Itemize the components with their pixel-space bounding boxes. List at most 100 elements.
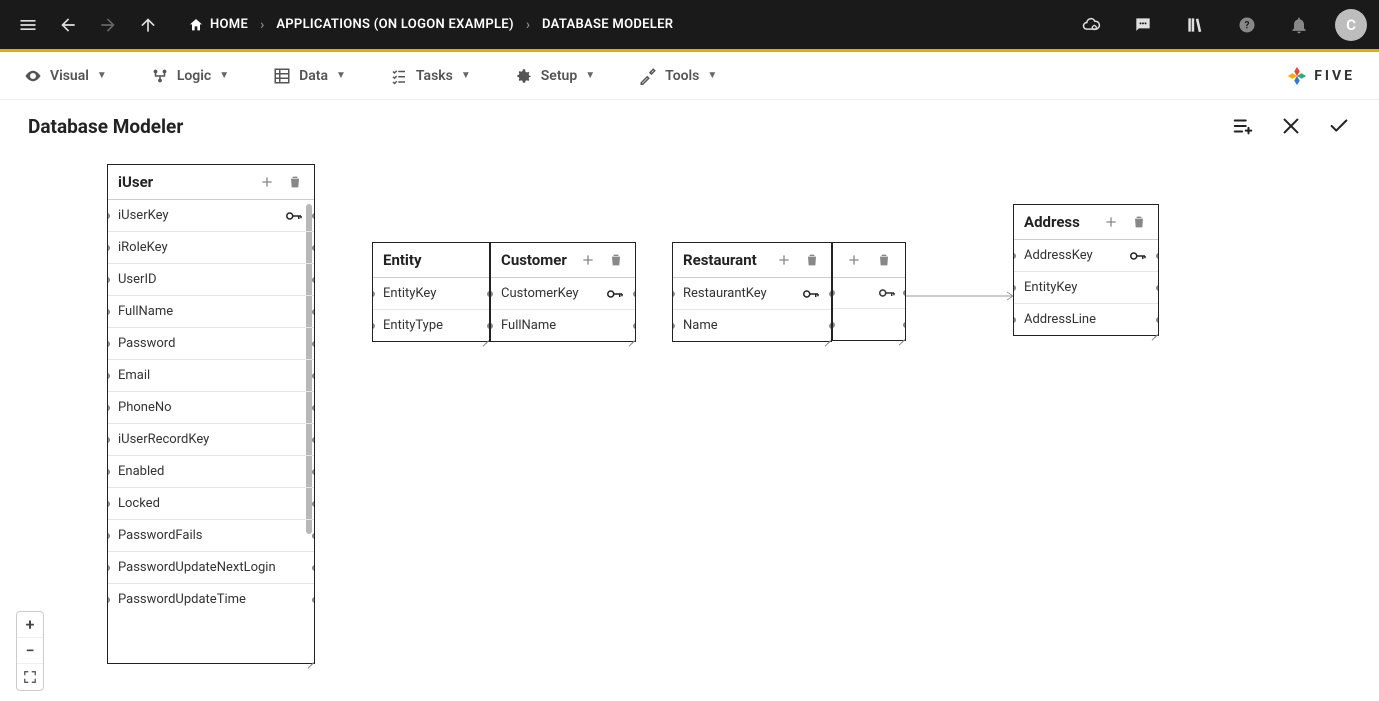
breadcrumb-home[interactable]: HOME <box>188 17 248 33</box>
table-row[interactable]: iUserRecordKey <box>108 424 314 456</box>
table-row[interactable] <box>833 278 905 309</box>
table-row[interactable]: AddressLine <box>1014 304 1158 335</box>
connection-port[interactable] <box>1014 253 1016 259</box>
table-row[interactable]: Enabled <box>108 456 314 488</box>
connection-port[interactable] <box>312 277 314 283</box>
connection-port[interactable] <box>673 291 675 297</box>
trash-icon[interactable] <box>286 173 304 191</box>
trash-icon[interactable] <box>1130 213 1148 231</box>
table-row[interactable]: FullName <box>491 310 635 341</box>
connection-port[interactable] <box>108 405 110 411</box>
table-row[interactable]: PasswordUpdateNextLogin <box>108 552 314 584</box>
connection-port[interactable] <box>108 533 110 539</box>
resize-handle[interactable] <box>478 330 490 342</box>
table-row[interactable]: PhoneNo <box>108 392 314 424</box>
cloud-icon[interactable] <box>1075 9 1107 41</box>
connection-port[interactable] <box>373 323 375 329</box>
connection-port[interactable] <box>312 533 314 539</box>
connection-port[interactable] <box>312 437 314 443</box>
table-row[interactable]: PasswordUpdateTime <box>108 584 314 615</box>
connection-port[interactable] <box>1014 317 1016 323</box>
connection-port[interactable] <box>491 291 493 297</box>
trash-icon[interactable] <box>875 251 893 269</box>
connection-port[interactable] <box>108 277 110 283</box>
add-list-icon[interactable] <box>1231 114 1255 138</box>
connection-port[interactable] <box>108 373 110 379</box>
table-customer[interactable]: Customer CustomerKeyFullName <box>490 242 636 342</box>
table-row[interactable]: EntityKey <box>373 278 489 310</box>
table-row[interactable]: Email <box>108 360 314 392</box>
zoom-in-button[interactable]: + <box>17 612 43 638</box>
table-unnamed[interactable] <box>832 242 906 341</box>
table-row[interactable]: EntityType <box>373 310 489 341</box>
plus-icon[interactable] <box>579 251 597 269</box>
table-row[interactable]: CustomerKey <box>491 278 635 310</box>
connection-port[interactable] <box>633 323 635 329</box>
connection-port[interactable] <box>312 565 314 571</box>
table-address[interactable]: Address AddressKeyEntityKeyAddressLine <box>1013 204 1159 336</box>
menu-setup[interactable]: Setup ▼ <box>515 67 595 85</box>
resize-handle[interactable] <box>303 652 315 664</box>
connection-port[interactable] <box>312 245 314 251</box>
menu-data[interactable]: Data ▼ <box>273 67 346 85</box>
table-row[interactable]: EntityKey <box>1014 272 1158 304</box>
table-row[interactable]: FullName <box>108 296 314 328</box>
connection-port[interactable] <box>312 405 314 411</box>
connection-port[interactable] <box>1156 285 1158 291</box>
connection-port[interactable] <box>903 290 905 296</box>
trash-icon[interactable] <box>607 251 625 269</box>
zoom-out-button[interactable]: − <box>17 638 43 664</box>
resize-handle[interactable] <box>820 330 832 342</box>
table-row[interactable]: Name <box>673 310 831 341</box>
connection-port[interactable] <box>1156 317 1158 323</box>
connection-port[interactable] <box>108 565 110 571</box>
connection-port[interactable] <box>903 322 905 328</box>
menu-tools[interactable]: Tools ▼ <box>639 67 717 85</box>
connection-port[interactable] <box>833 290 835 296</box>
avatar[interactable]: C <box>1335 9 1367 41</box>
table-row[interactable]: RestaurantKey <box>673 278 831 310</box>
menu-logic[interactable]: Logic ▼ <box>151 67 229 85</box>
connection-port[interactable] <box>487 291 489 297</box>
table-restaurant[interactable]: Restaurant RestaurantKeyName <box>672 242 832 342</box>
library-icon[interactable] <box>1179 9 1211 41</box>
plus-icon[interactable] <box>258 173 276 191</box>
connection-port[interactable] <box>829 323 831 329</box>
table-row[interactable]: PasswordFails <box>108 520 314 552</box>
chat-icon[interactable] <box>1127 9 1159 41</box>
connection-port[interactable] <box>108 245 110 251</box>
connection-port[interactable] <box>673 323 675 329</box>
connection-port[interactable] <box>108 309 110 315</box>
connection-port[interactable] <box>312 469 314 475</box>
plus-icon[interactable] <box>845 251 863 269</box>
connection-port[interactable] <box>108 341 110 347</box>
connection-port[interactable] <box>1156 253 1158 259</box>
connection-port[interactable] <box>491 323 493 329</box>
table-row[interactable]: UserID <box>108 264 314 296</box>
connection-port[interactable] <box>633 291 635 297</box>
table-row[interactable]: Locked <box>108 488 314 520</box>
table-row[interactable]: AddressKey <box>1014 240 1158 272</box>
table-entity[interactable]: Entity EntityKeyEntityType <box>372 242 490 342</box>
table-row[interactable]: Password <box>108 328 314 360</box>
plus-icon[interactable] <box>1102 213 1120 231</box>
connection-port[interactable] <box>108 597 110 603</box>
breadcrumb-applications[interactable]: APPLICATIONS (ON LOGON EXAMPLE) <box>276 17 514 32</box>
connection-port[interactable] <box>108 213 110 219</box>
breadcrumb-database-modeler[interactable]: DATABASE MODELER <box>542 17 673 32</box>
table-row[interactable]: iUserKey <box>108 200 314 232</box>
check-icon[interactable] <box>1327 114 1351 138</box>
resize-handle[interactable] <box>1147 324 1159 336</box>
connection-port[interactable] <box>312 213 314 219</box>
connection-port[interactable] <box>108 469 110 475</box>
plus-icon[interactable] <box>775 251 793 269</box>
connection-port[interactable] <box>487 323 489 329</box>
connection-port[interactable] <box>312 309 314 315</box>
resize-handle[interactable] <box>624 330 636 342</box>
close-icon[interactable] <box>1279 114 1303 138</box>
connection-port[interactable] <box>829 291 831 297</box>
connection-port[interactable] <box>108 501 110 507</box>
up-icon[interactable] <box>132 9 164 41</box>
connection-port[interactable] <box>312 373 314 379</box>
menu-icon[interactable] <box>12 9 44 41</box>
